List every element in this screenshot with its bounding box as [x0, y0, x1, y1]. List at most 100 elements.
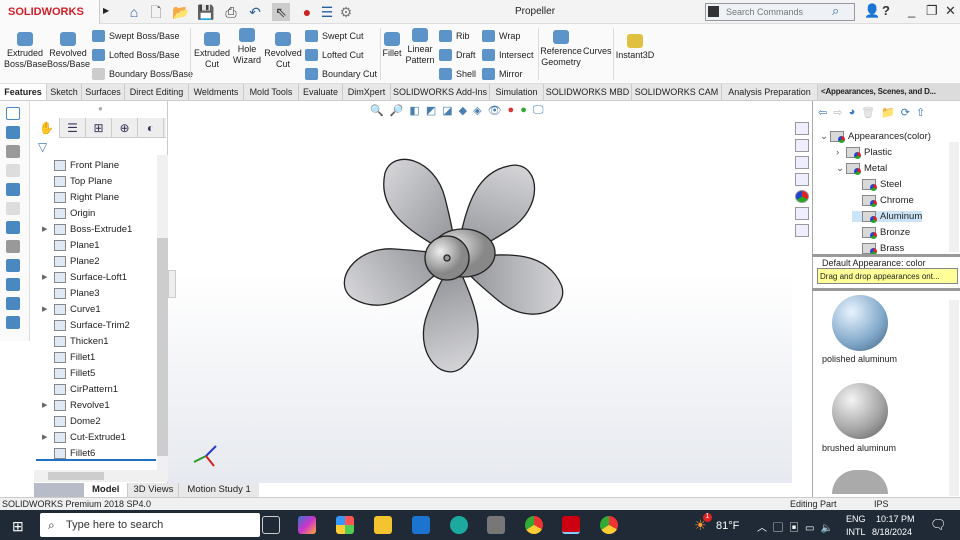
tab-mbd[interactable]: SOLIDWORKS MBD	[544, 84, 632, 100]
appearance-tree-item[interactable]: Brass	[852, 243, 904, 255]
feature-tree-item[interactable]: Top Plane	[42, 173, 112, 189]
edge-icon[interactable]	[450, 516, 468, 534]
polished-aluminum-swatch[interactable]	[832, 295, 888, 351]
draft-button[interactable]: Draft	[439, 49, 476, 61]
clock-time[interactable]: 10:17 PM	[876, 514, 915, 524]
mirror-button[interactable]: Mirror	[482, 68, 523, 80]
curves-button[interactable]: Curves	[583, 30, 612, 57]
add-folder-icon[interactable]: 📁	[881, 106, 895, 119]
rebuild-icon[interactable]: ●	[298, 3, 316, 21]
tree-scroll-thumb[interactable]	[157, 238, 168, 456]
select-icon[interactable]: ⇖	[272, 3, 290, 21]
appearance-tree-item[interactable]: Bronze	[852, 227, 910, 239]
filter-icon[interactable]: ▽	[38, 140, 47, 154]
input-layout[interactable]: INTL	[846, 527, 866, 537]
tab-addins[interactable]: SOLIDWORKS Add-Ins	[391, 84, 490, 100]
minimize-button[interactable]: _	[908, 3, 915, 18]
feature-tree-item[interactable]: Thicken1	[42, 333, 109, 349]
wrap-button[interactable]: Wrap	[482, 30, 520, 42]
expand-arrow-icon[interactable]: ▶	[42, 225, 54, 233]
tab-analysis-preparation[interactable]: Analysis Preparation	[722, 84, 818, 100]
expand-arrow-icon[interactable]: ▶	[42, 305, 54, 313]
plane-icon[interactable]	[6, 240, 20, 253]
appearance-tree-scrollbar[interactable]	[949, 142, 959, 252]
feature-tree-item[interactable]: Surface-Trim2	[42, 317, 130, 333]
intersect-button[interactable]: Intersect	[482, 49, 534, 61]
swatch-scrollbar[interactable]	[949, 300, 959, 496]
tab-mold-tools[interactable]: Mold Tools	[244, 84, 299, 100]
tab-motion-study[interactable]: Motion Study 1	[178, 483, 259, 497]
chamfer-icon[interactable]	[6, 297, 20, 310]
reference-geometry-icon[interactable]	[6, 316, 20, 329]
expand-arrow-icon[interactable]: ▶	[42, 433, 54, 441]
dynamic-annotation-icon[interactable]: ◪	[442, 104, 452, 117]
tab-features[interactable]: Features	[0, 84, 47, 100]
design-library-tab-icon[interactable]	[795, 139, 809, 152]
feature-tree-item[interactable]: ▶ Cut-Extrude1	[42, 429, 126, 445]
view-settings-icon[interactable]: 🖵	[533, 104, 544, 117]
microsoft-store-icon[interactable]	[336, 516, 354, 534]
expand-arrow-icon[interactable]: ▶	[42, 401, 54, 409]
rollback-bar[interactable]	[36, 459, 156, 461]
appearances-icon[interactable]: ◕	[848, 106, 855, 119]
help-icon[interactable]: ?	[882, 3, 890, 18]
display-manager-tab[interactable]: ◐	[138, 118, 164, 138]
cube-icon[interactable]	[6, 145, 20, 158]
save-icon[interactable]: 💾	[197, 3, 215, 21]
up-icon[interactable]: ⇧	[916, 106, 925, 119]
tab-sketch[interactable]: Sketch	[47, 84, 82, 100]
tab-surfaces[interactable]: Surfaces	[82, 84, 125, 100]
tab-3d-views[interactable]: 3D Views	[127, 483, 179, 497]
solidworks-taskbar-icon[interactable]	[562, 516, 580, 534]
appearance-tree-item[interactable]: Chrome	[852, 195, 914, 207]
tab-evaluate[interactable]: Evaluate	[299, 84, 343, 100]
feature-tree-item[interactable]: ▶ Revolve1	[42, 397, 110, 413]
windows-start-icon[interactable]: ⊞	[12, 518, 24, 535]
user-icon[interactable]: 👤	[864, 3, 880, 19]
revolved-boss-button[interactable]: Revolved Boss/Base	[47, 32, 90, 70]
feature-tree-item[interactable]: ▶ Surface-Loft1	[42, 269, 127, 285]
tree-horizontal-scrollbar[interactable]	[34, 470, 168, 482]
cut-icon[interactable]	[6, 259, 20, 272]
feature-tree-item[interactable]: Plane1	[42, 237, 100, 253]
resources-tab-icon[interactable]	[795, 122, 809, 135]
feature-tree-item[interactable]: Right Plane	[42, 189, 119, 205]
feature-tree-item[interactable]: Fillet5	[42, 365, 95, 381]
expand-arrow-icon[interactable]: ›	[836, 147, 846, 158]
draft-icon[interactable]	[6, 221, 20, 234]
fillet-button[interactable]: Fillet	[382, 32, 402, 59]
zoom-to-fit-icon[interactable]: 🔍	[370, 104, 384, 117]
clock-date[interactable]: 8/18/2024	[872, 527, 912, 537]
delete-icon[interactable]: 🗑	[861, 106, 875, 119]
extruded-boss-button[interactable]: Extruded Boss/Base	[4, 32, 47, 70]
tab-simulation[interactable]: Simulation	[490, 84, 544, 100]
propeller-model[interactable]	[168, 101, 792, 483]
camera-icon[interactable]	[487, 516, 505, 534]
forward-icon[interactable]: ⇨	[833, 106, 842, 119]
graphics-area[interactable]	[168, 101, 792, 483]
system-tray-icons[interactable]: ︿▢▣▭🔈	[757, 519, 839, 534]
taskbar-search-input[interactable]: Type here to search	[40, 513, 260, 537]
solidworks-logo[interactable]: SOLIDWORKS	[0, 0, 100, 24]
sketch-icon[interactable]	[6, 126, 20, 139]
reference-geometry-button[interactable]: Reference Geometry	[540, 30, 582, 68]
tab-model[interactable]: Model	[84, 483, 128, 497]
lofted-cut-button[interactable]: Lofted Cut	[305, 49, 364, 61]
open-icon[interactable]: 📂	[172, 3, 190, 21]
close-button[interactable]: ✕	[945, 3, 956, 19]
appearance-tree-item[interactable]: Aluminum	[852, 211, 923, 223]
restore-button[interactable]: ❐	[926, 3, 938, 19]
rib-button[interactable]: Rib	[439, 30, 470, 42]
task-view-icon[interactable]	[262, 516, 280, 534]
tab-weldments[interactable]: Weldments	[189, 84, 244, 100]
display-style-icon[interactable]: ◈	[473, 104, 481, 117]
menu-expand-icon[interactable]: ▶	[103, 6, 109, 15]
print-icon[interactable]: ⎙	[222, 3, 240, 21]
appearance-tree-item[interactable]: Steel	[852, 179, 902, 191]
feature-tree-item[interactable]: Plane2	[42, 253, 100, 269]
swept-boss-button[interactable]: Swept Boss/Base	[92, 30, 180, 42]
panel-grip[interactable]: ●	[98, 104, 103, 113]
extrude-icon[interactable]	[6, 183, 20, 196]
chrome-profile-icon[interactable]	[600, 516, 618, 534]
hole-wizard-icon[interactable]	[6, 278, 20, 291]
